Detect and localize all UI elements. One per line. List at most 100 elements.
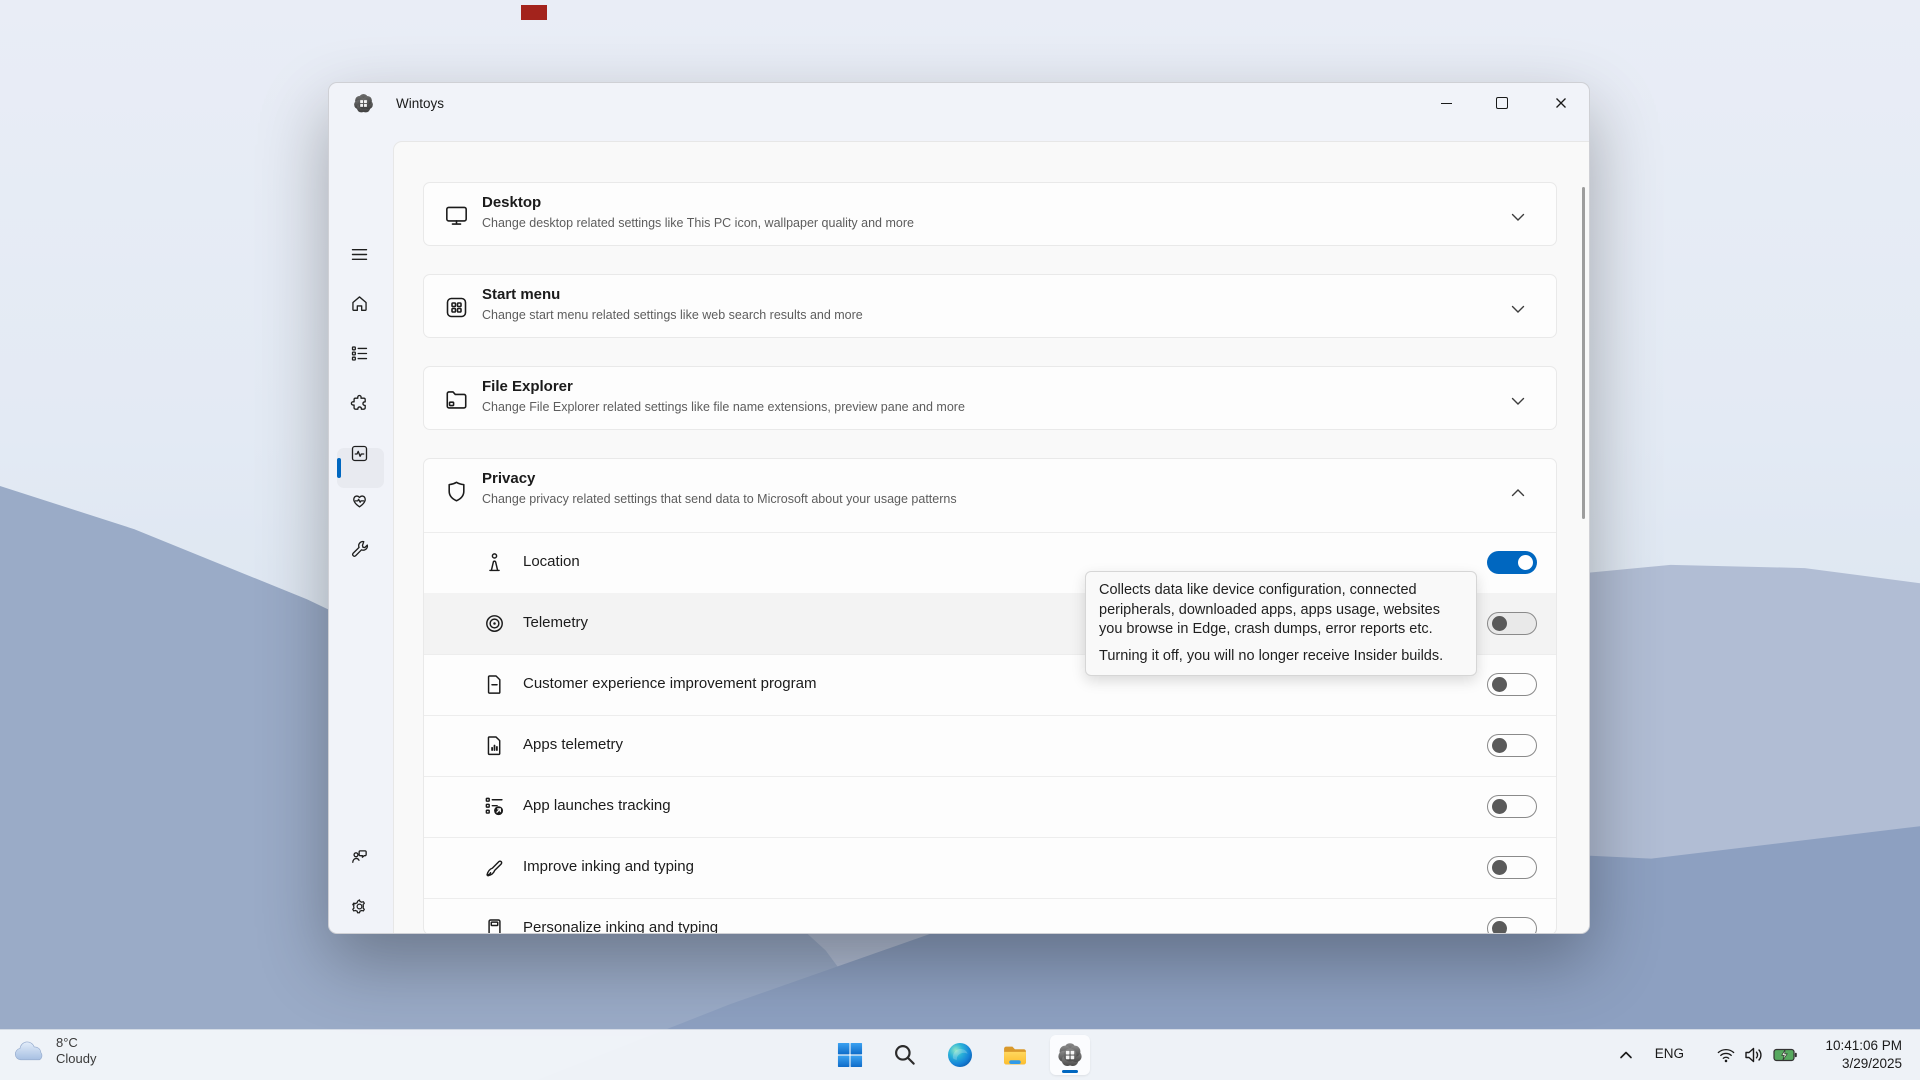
- card-subtitle: Change privacy related settings that sen…: [482, 492, 957, 506]
- chevron-down-icon[interactable]: [1511, 209, 1525, 220]
- card-privacy: Privacy Change privacy related settings …: [423, 458, 1557, 934]
- start-menu-icon: [443, 294, 470, 321]
- sidebar-item-tweaks[interactable]: [339, 528, 379, 568]
- tray-chevron-up-icon[interactable]: [1618, 1047, 1634, 1063]
- wintoys-logo-icon: [1057, 1042, 1083, 1068]
- tooltip-line: Turning it off, you will no longer recei…: [1099, 647, 1463, 667]
- weather-condition: Cloudy: [56, 1051, 96, 1067]
- chevron-down-icon[interactable]: [1511, 301, 1525, 312]
- toggle-knob: [1492, 921, 1507, 934]
- row-label: Apps telemetry: [523, 736, 623, 753]
- telemetry-toggle[interactable]: [1487, 612, 1537, 635]
- windows-logo-icon: [837, 1042, 863, 1068]
- minimize-button[interactable]: [1423, 87, 1469, 119]
- toggle-knob: [1492, 799, 1507, 814]
- start-button[interactable]: [830, 1035, 870, 1075]
- card-start-menu[interactable]: Start menu Change start menu related set…: [423, 274, 1557, 338]
- tooltip-line: peripherals, downloaded apps, apps usage…: [1099, 601, 1463, 621]
- desktop: Wintoys: [0, 0, 1920, 1080]
- weather-widget[interactable]: 8°C Cloudy: [12, 1035, 96, 1067]
- tray-date: 3/29/2025: [1825, 1055, 1902, 1073]
- red-marker: [521, 5, 547, 20]
- edge-icon: [947, 1042, 973, 1068]
- window-title: Wintoys: [396, 96, 444, 111]
- sidebar-item-services[interactable]: [339, 333, 379, 373]
- row-apps-telemetry[interactable]: Apps telemetry: [424, 715, 1556, 777]
- document-chart-icon: [482, 733, 507, 758]
- card-title: Desktop: [482, 194, 541, 211]
- hamburger-icon: [349, 244, 370, 265]
- privacy-header[interactable]: Privacy Change privacy related settings …: [424, 459, 1556, 533]
- wifi-icon[interactable]: [1716, 1046, 1736, 1064]
- row-app-launches[interactable]: App launches tracking: [424, 776, 1556, 838]
- spacer: [339, 446, 379, 486]
- toggle-knob: [1492, 738, 1507, 753]
- card-title: Start menu: [482, 286, 560, 303]
- close-button[interactable]: [1538, 87, 1584, 119]
- telemetry-rings-icon: [482, 611, 507, 636]
- tooltip-line: Collects data like device configuration,…: [1099, 581, 1463, 601]
- puzzle-icon: [349, 393, 370, 414]
- maximize-button[interactable]: [1479, 87, 1525, 119]
- sidebar-item-health[interactable]: [339, 480, 379, 520]
- toggle-knob: [1492, 860, 1507, 875]
- ceip-toggle[interactable]: [1487, 673, 1537, 696]
- active-app-indicator: [1062, 1070, 1078, 1073]
- app-launches-toggle[interactable]: [1487, 795, 1537, 818]
- toggle-knob: [1492, 677, 1507, 692]
- row-personalize-inking[interactable]: Personalize inking and typing: [424, 898, 1556, 934]
- scrollbar[interactable]: [1582, 187, 1585, 519]
- speaker-icon[interactable]: [1743, 1045, 1765, 1065]
- file-explorer-icon: [1002, 1042, 1028, 1068]
- row-label: Customer experience improvement program: [523, 675, 816, 692]
- card-file-explorer[interactable]: File Explorer Change File Explorer relat…: [423, 366, 1557, 430]
- weather-temperature: 8°C: [56, 1035, 96, 1051]
- location-toggle[interactable]: [1487, 551, 1537, 574]
- apps-telemetry-toggle[interactable]: [1487, 734, 1537, 757]
- checklist-icon: [349, 343, 370, 364]
- heart-pulse-icon: [349, 490, 370, 511]
- clock[interactable]: 10:41:06 PM 3/29/2025: [1825, 1037, 1902, 1073]
- chevron-up-icon[interactable]: [1511, 485, 1525, 496]
- telemetry-tooltip: Collects data like device configuration,…: [1085, 571, 1477, 676]
- battery-charging-icon[interactable]: [1773, 1045, 1798, 1065]
- card-subtitle: Change File Explorer related settings li…: [482, 400, 965, 414]
- title-bar[interactable]: Wintoys: [329, 83, 1589, 141]
- minimize-icon: [1441, 103, 1452, 104]
- card-title: Privacy: [482, 470, 535, 487]
- toggle-knob: [1518, 555, 1533, 570]
- row-label: Personalize inking and typing: [523, 919, 718, 934]
- maximize-icon: [1496, 97, 1508, 109]
- personalize-inking-toggle[interactable]: [1487, 917, 1537, 934]
- gear-icon: [349, 896, 370, 917]
- search-icon: [892, 1042, 918, 1068]
- home-icon: [349, 293, 370, 314]
- shield-icon: [443, 478, 470, 505]
- row-label: App launches tracking: [523, 797, 671, 814]
- wintoys-taskbar-button[interactable]: [1050, 1035, 1090, 1075]
- row-label: Location: [523, 553, 580, 570]
- sidebar-item-apps[interactable]: [339, 383, 379, 423]
- file-explorer-button[interactable]: [995, 1035, 1035, 1075]
- search-button[interactable]: [885, 1035, 925, 1075]
- improve-inking-toggle[interactable]: [1487, 856, 1537, 879]
- tooltip-line: you browse in Edge, crash dumps, error r…: [1099, 620, 1463, 640]
- sidebar-item-settings[interactable]: [339, 886, 379, 926]
- toggle-knob: [1492, 616, 1507, 631]
- app-list-arrow-icon: [482, 794, 507, 819]
- card-subtitle: Change start menu related settings like …: [482, 308, 863, 322]
- language-indicator[interactable]: ENG: [1655, 1046, 1684, 1061]
- chevron-down-icon[interactable]: [1511, 393, 1525, 404]
- close-icon: [1555, 97, 1567, 109]
- sidebar-item-feedback[interactable]: [339, 836, 379, 876]
- row-improve-inking[interactable]: Improve inking and typing: [424, 837, 1556, 899]
- sidebar-item-menu[interactable]: [339, 234, 379, 274]
- wintoys-logo-icon: [353, 93, 374, 114]
- edge-button[interactable]: [940, 1035, 980, 1075]
- wrench-icon: [349, 538, 370, 559]
- taskbar: 8°C Cloudy: [0, 1029, 1920, 1080]
- sidebar-item-home[interactable]: [339, 283, 379, 323]
- card-desktop[interactable]: Desktop Change desktop related settings …: [423, 182, 1557, 246]
- folder-icon: [443, 386, 470, 413]
- card-title: File Explorer: [482, 378, 573, 395]
